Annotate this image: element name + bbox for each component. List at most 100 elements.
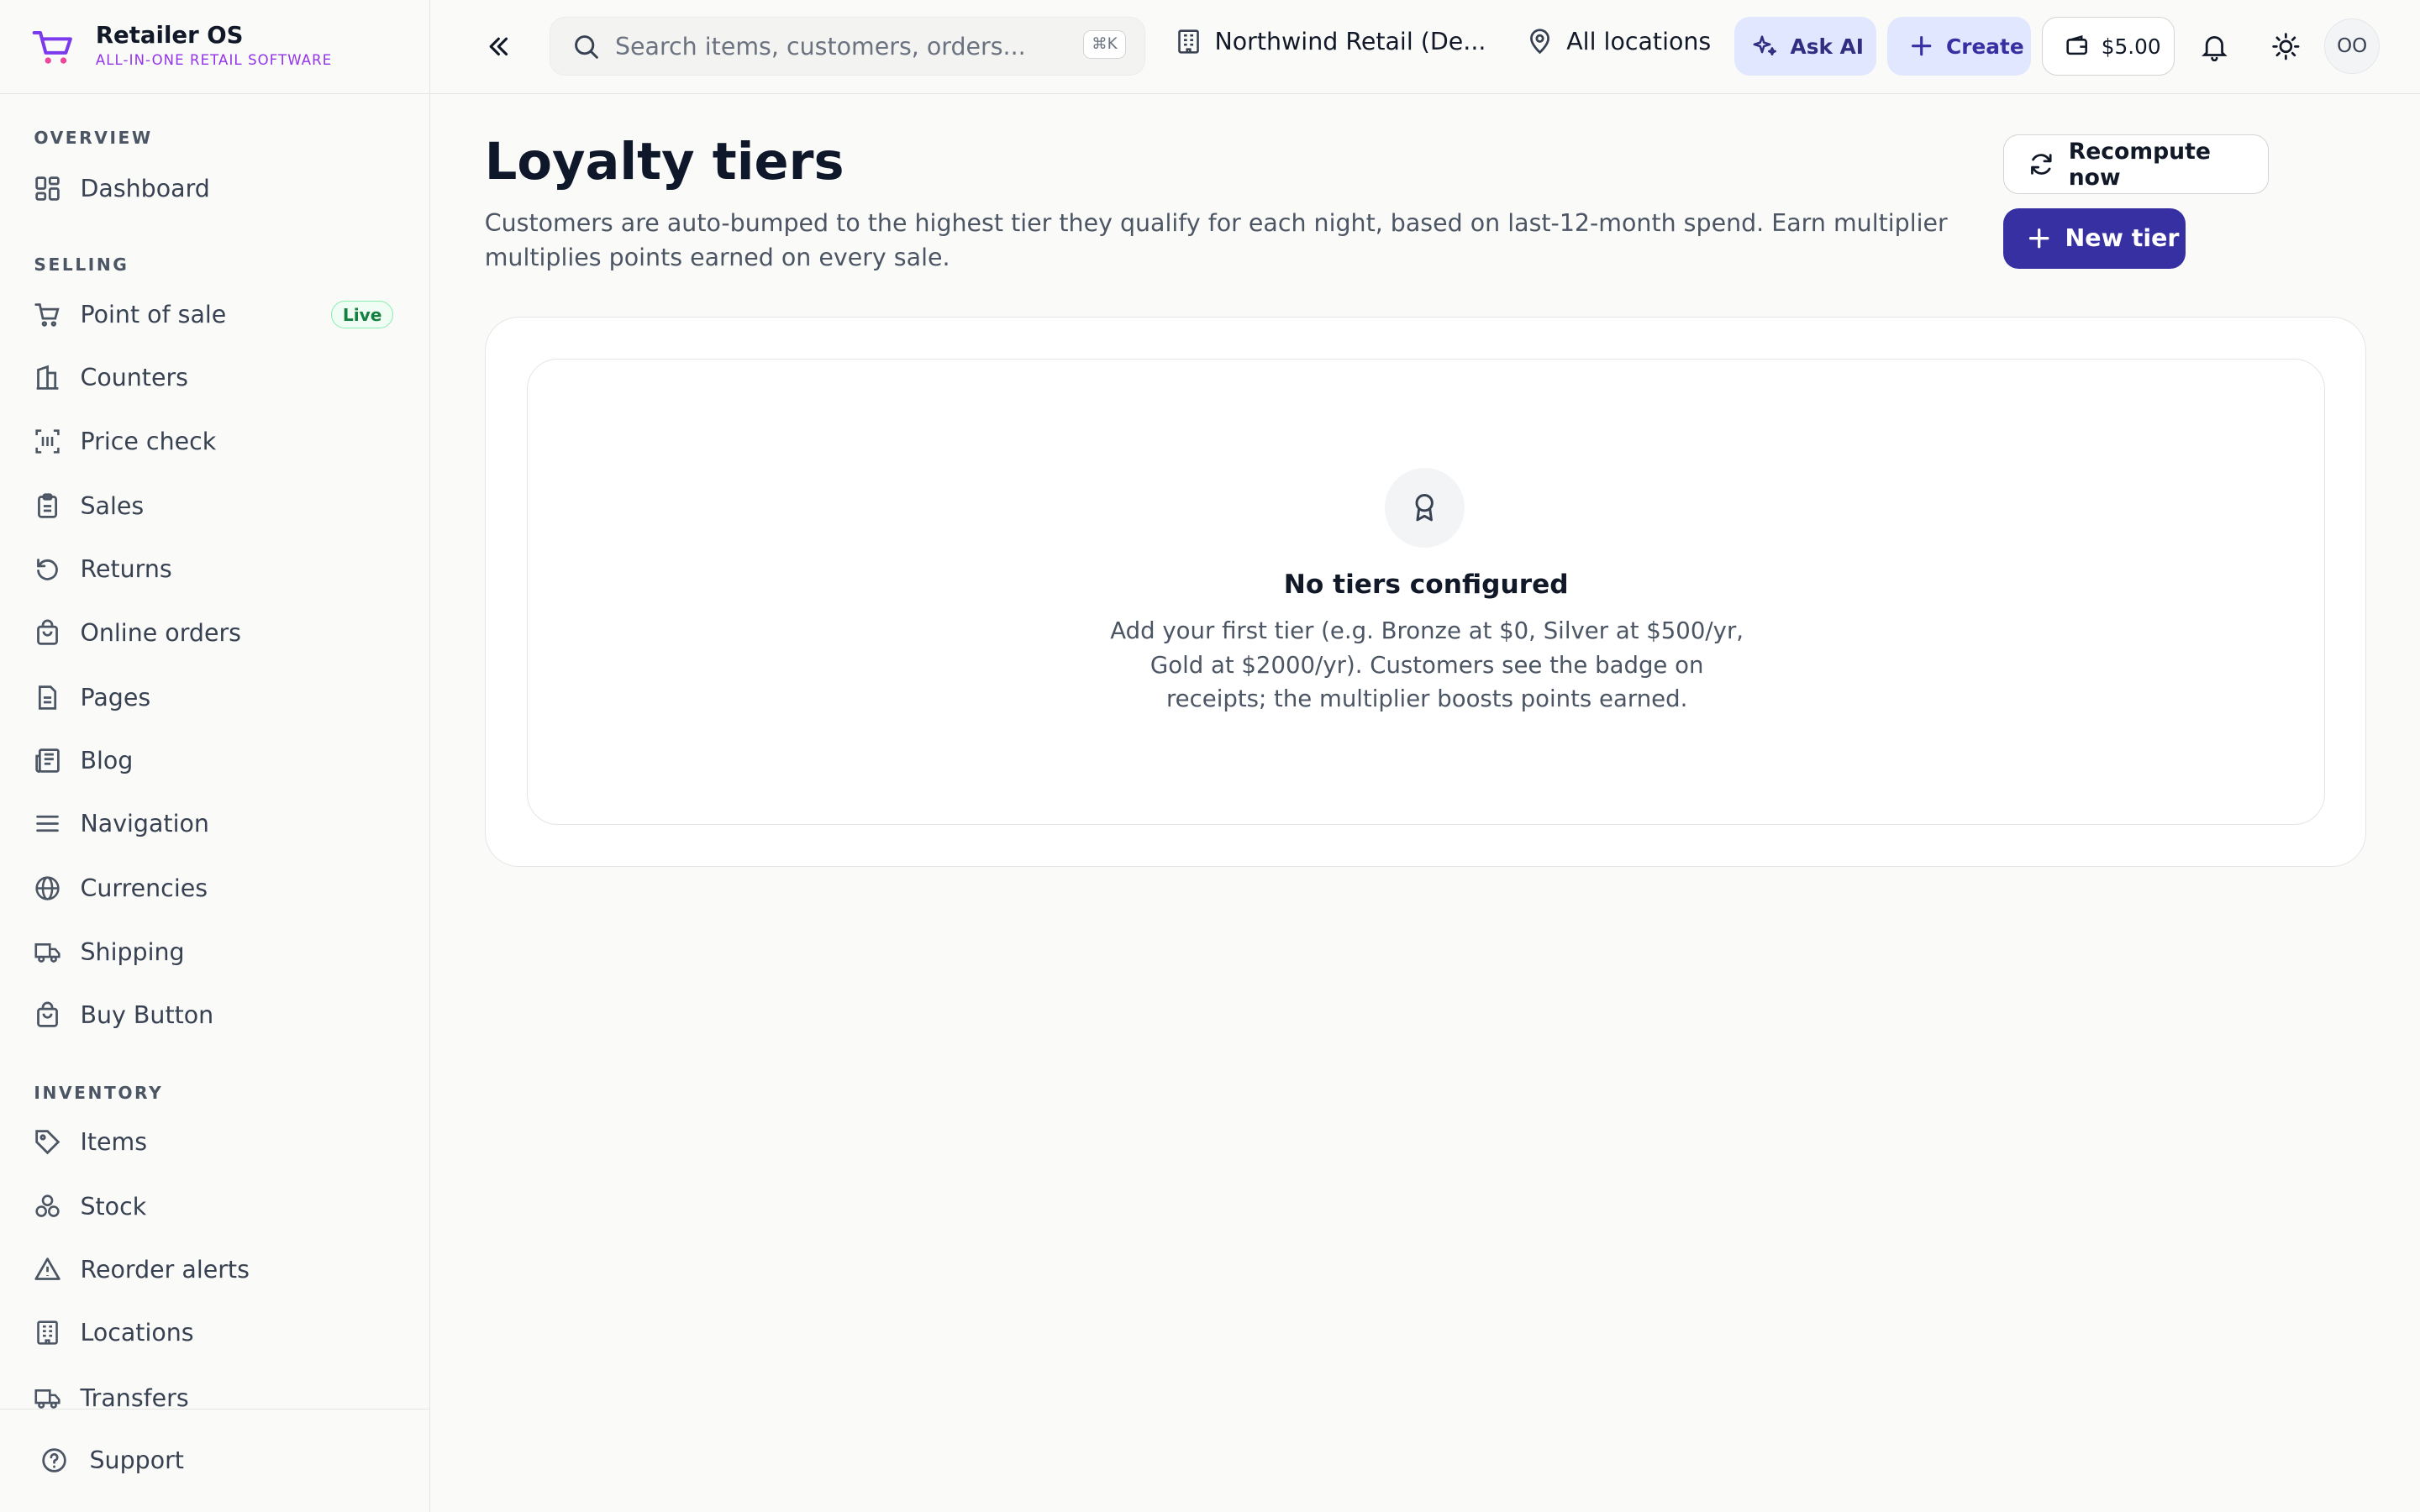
shopping-bag-icon (37, 619, 59, 645)
page-title: Loyalty tiers (484, 132, 844, 192)
newspaper-icon (35, 748, 60, 773)
avatar[interactable]: OO (2324, 18, 2381, 75)
document-icon (39, 685, 57, 710)
sidebar-item-label: Pages (80, 683, 151, 711)
cart-icon (34, 303, 60, 327)
award-icon (1415, 494, 1434, 522)
wallet-balance: $5.00 (2101, 34, 2161, 59)
location-switcher[interactable]: All locations (1526, 28, 1711, 55)
sidebar-item-label: Online orders (80, 618, 241, 647)
sun-icon[interactable] (2270, 31, 2302, 62)
sidebar-item-label: Locations (80, 1319, 194, 1347)
sidebar-item-label: Transfers (80, 1383, 189, 1412)
empty-state: No tiers configured Add your first tier … (527, 359, 2326, 825)
location-name: All locations (1566, 28, 1712, 56)
sidebar-item-label: Price check (80, 427, 217, 455)
sidebar-item-label: Reorder alerts (80, 1256, 250, 1284)
recompute-label: Recompute now (2068, 138, 2211, 191)
building-icon (37, 1320, 59, 1346)
sidebar-item-label: Currencies (80, 874, 208, 903)
sidebar-item-online-orders[interactable]: Online orders (18, 605, 412, 660)
organization-switcher[interactable]: Northwind Retail (De... (1175, 28, 1486, 55)
sidebar-item-blog[interactable]: Blog (18, 732, 412, 788)
search-bar[interactable]: ⌘K (549, 17, 1145, 76)
sidebar-item-label: Dashboard (80, 174, 210, 202)
brand-tagline: ALL-IN-ONE RETAIL SOFTWARE (95, 52, 333, 69)
plus-icon (1912, 36, 1932, 56)
sidebar-item-label: Navigation (80, 810, 209, 838)
plus-icon (2028, 228, 2049, 249)
help-circle-icon (42, 1448, 66, 1473)
sidebar-item-dashboard[interactable]: Dashboard (18, 160, 412, 216)
sidebar-item-currencies[interactable]: Currencies (18, 861, 412, 916)
sidebar-item-label: Counters (80, 364, 188, 392)
search-input[interactable] (614, 32, 1063, 60)
alert-triangle-icon (34, 1257, 61, 1280)
ask-ai-label: Ask AI (1790, 34, 1864, 59)
empty-state-icon-wrap (1384, 467, 1465, 549)
sidebar-item-label: Sales (80, 491, 145, 520)
dashboard-icon (35, 176, 60, 201)
building-icon (1177, 29, 1199, 54)
empty-state-title: No tiers configured (1283, 569, 1569, 600)
sidebar-item-items[interactable]: Items (18, 1114, 412, 1169)
cart-logo-icon (32, 30, 72, 64)
sidebar-item-pages[interactable]: Pages (18, 669, 412, 725)
tag-icon (35, 1129, 60, 1154)
search-shortcut: ⌘K (1083, 29, 1126, 59)
refresh-icon (2030, 154, 2052, 175)
undo-icon (37, 559, 59, 580)
sidebar-item-label: Point of sale (80, 301, 227, 329)
sidebar-item-price-check[interactable]: Price check (18, 413, 412, 469)
bell-icon[interactable] (2199, 31, 2230, 62)
sidebar-item-sales[interactable]: Sales (18, 478, 412, 533)
new-tier-button[interactable]: New tier (2003, 207, 2186, 269)
search-icon (574, 34, 598, 59)
truck-icon (34, 942, 60, 963)
new-tier-label: New tier (2065, 224, 2180, 253)
sidebar-item-label: Shipping (80, 937, 185, 966)
sidebar-item-locations[interactable]: Locations (18, 1305, 412, 1361)
boxes-icon (35, 1194, 60, 1217)
section-overview: OVERVIEW (34, 128, 153, 149)
map-pin-icon (1530, 29, 1550, 55)
sidebar-item-label: Stock (80, 1192, 147, 1221)
menu-icon (36, 816, 60, 832)
sidebar-item-counters[interactable]: Counters (18, 350, 412, 406)
sidebar-item-stock[interactable]: Stock (18, 1179, 412, 1234)
recompute-button[interactable]: Recompute now (2003, 134, 2269, 195)
sidebar-item-buy-button[interactable]: Buy Button (18, 987, 412, 1042)
create-label: Create (1946, 34, 2024, 59)
ask-ai-button[interactable]: Ask AI (1734, 17, 1877, 76)
organization-name: Northwind Retail (De... (1214, 28, 1486, 56)
sidebar-item-label: Items (80, 1127, 148, 1156)
sparkles-icon (1754, 35, 1777, 56)
create-button[interactable]: Create (1887, 17, 2032, 76)
support-label: Support (89, 1446, 184, 1474)
sidebar-item-reorder-alerts[interactable]: Reorder alerts (18, 1242, 412, 1298)
counter-icon (37, 365, 59, 391)
sidebar-item-returns[interactable]: Returns (18, 542, 412, 597)
support-link[interactable]: Support (22, 1434, 184, 1486)
collapse-sidebar-icon[interactable] (483, 31, 514, 62)
sidebar-footer: Support (0, 1408, 429, 1512)
shopping-bag-icon (37, 1001, 59, 1027)
tiers-card: No tiers configured Add your first tier … (484, 316, 2366, 868)
brand-name: Retailer OS (95, 22, 244, 50)
sidebar-item-point-of-sale[interactable]: Point of sale Live (18, 287, 412, 343)
section-inventory: INVENTORY (34, 1083, 164, 1104)
sidebar-item-navigation[interactable]: Navigation (18, 796, 412, 852)
brand[interactable]: Retailer OS ALL-IN-ONE RETAIL SOFTWARE (0, 0, 430, 95)
topbar: ⌘K Northwind Retail (De... All locations… (430, 0, 2420, 95)
section-selling: SELLING (34, 255, 129, 276)
page-description: Customers are auto-bumped to the highest… (484, 209, 1948, 271)
sidebar-item-shipping[interactable]: Shipping (18, 924, 412, 979)
clipboard-icon (38, 493, 58, 518)
sidebar: Retailer OS ALL-IN-ONE RETAIL SOFTWARE O… (0, 0, 431, 1512)
wallet-balance-button[interactable]: $5.00 (2041, 17, 2175, 76)
wallet-icon (2066, 35, 2087, 55)
live-badge: Live (331, 301, 394, 329)
sidebar-item-label: Buy Button (80, 1001, 214, 1030)
sidebar-item-label: Returns (80, 555, 172, 584)
globe-icon (35, 876, 60, 901)
